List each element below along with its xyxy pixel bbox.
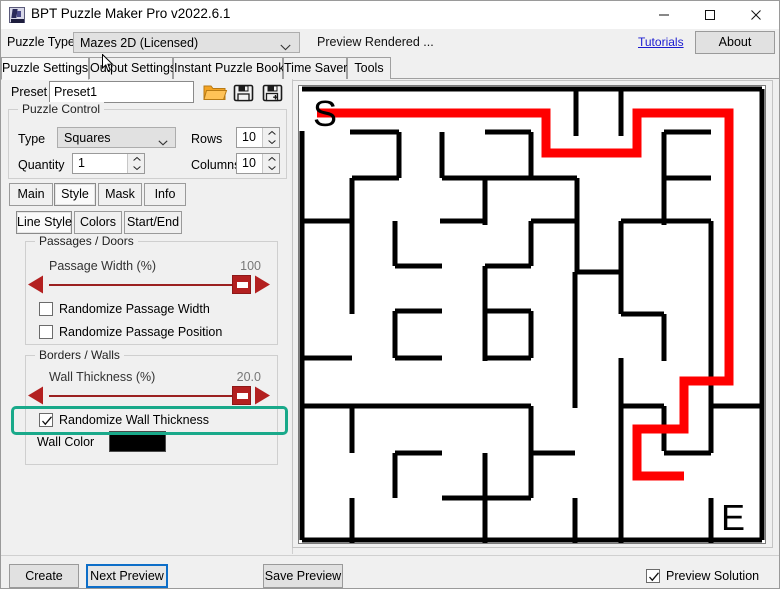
randomize-wall-thickness-highlight xyxy=(11,406,288,435)
rows-decrement-icon[interactable] xyxy=(263,138,280,148)
save-disk-icon[interactable] xyxy=(230,81,257,104)
puzzle-type-value: Mazes 2D (Licensed) xyxy=(80,36,199,50)
tab-info[interactable]: Info xyxy=(144,183,186,206)
tab-style[interactable]: Style xyxy=(54,183,96,206)
slider-track xyxy=(49,395,249,397)
wall-thickness-label: Wall Thickness (%) xyxy=(49,370,156,384)
columns-increment-icon[interactable] xyxy=(263,154,280,164)
close-icon[interactable] xyxy=(733,1,779,29)
quantity-spinner-buttons[interactable] xyxy=(127,154,144,173)
next-preview-button[interactable]: Next Preview xyxy=(86,564,168,588)
chevron-down-icon xyxy=(280,40,291,54)
quantity-stepper[interactable]: 1 xyxy=(72,153,145,174)
tutorials-link[interactable]: Tutorials xyxy=(638,35,684,49)
preview-panel: S E xyxy=(292,80,773,548)
tab-time-saver[interactable]: Time Saver xyxy=(283,57,347,79)
columns-label: Columns xyxy=(191,158,241,172)
type-value: Squares xyxy=(64,131,111,145)
slider-track xyxy=(49,284,249,286)
tab-main[interactable]: Main xyxy=(9,183,53,206)
wall-color-label: Wall Color xyxy=(37,435,95,449)
passage-width-label: Passage Width (%) xyxy=(49,259,156,273)
preset-input[interactable] xyxy=(49,81,194,103)
columns-decrement-icon[interactable] xyxy=(263,164,280,174)
open-folder-icon[interactable] xyxy=(201,81,228,104)
slider-thumb[interactable] xyxy=(232,386,251,405)
mouse-cursor-icon xyxy=(102,53,114,72)
wall-thickness-value: 20.0 xyxy=(236,370,261,384)
rows-stepper[interactable]: 10 xyxy=(236,127,280,148)
type-dropdown[interactable]: Squares xyxy=(57,127,176,148)
maze-preview-canvas[interactable]: S E xyxy=(298,85,766,544)
title-bar: BPT Puzzle Maker Pro v2022.6.1 xyxy=(1,1,779,29)
slider-right-arrow-icon[interactable] xyxy=(254,386,271,408)
maze-start-label: S xyxy=(313,93,337,134)
columns-spinner-buttons[interactable] xyxy=(262,154,279,173)
bottom-bar: Create Next Preview Save Preview Preview… xyxy=(1,556,779,588)
preview-solution-label: Preview Solution xyxy=(666,569,760,583)
create-button[interactable]: Create xyxy=(9,564,79,588)
preview-status-text: Preview Rendered ... xyxy=(317,35,434,49)
passage-width-value: 100 xyxy=(240,259,261,273)
puzzle-control-group-label: Puzzle Control xyxy=(18,102,105,116)
slider-thumb[interactable] xyxy=(232,275,251,294)
type-label: Type xyxy=(18,132,46,146)
columns-value: 10 xyxy=(242,156,256,170)
passages-group-label: Passages / Doors xyxy=(35,234,138,248)
rows-increment-icon[interactable] xyxy=(263,128,280,138)
quantity-increment-icon[interactable] xyxy=(128,154,145,164)
rows-spinner-buttons[interactable] xyxy=(262,128,279,147)
save-preview-button[interactable]: Save Preview xyxy=(263,564,343,588)
puzzle-type-dropdown[interactable]: Mazes 2D (Licensed) xyxy=(73,32,300,53)
slider-left-arrow-icon[interactable] xyxy=(27,275,44,297)
passage-width-slider[interactable] xyxy=(27,273,271,297)
main-tab-strip: Puzzle Settings Output Settings Instant … xyxy=(1,57,779,80)
rows-value: 10 xyxy=(242,130,256,144)
save-as-disk-icon[interactable] xyxy=(259,81,286,104)
rows-label: Rows xyxy=(191,132,223,146)
about-button[interactable]: About xyxy=(695,31,775,54)
application-window: BPT Puzzle Maker Pro v2022.6.1 Puzzle Ty… xyxy=(0,0,780,589)
chevron-down-icon xyxy=(158,135,168,149)
window-title: BPT Puzzle Maker Pro v2022.6.1 xyxy=(31,6,231,21)
randomize-passage-position-checkbox[interactable] xyxy=(39,325,53,339)
randomize-passage-width-label: Randomize Passage Width xyxy=(59,302,210,316)
wall-thickness-slider[interactable] xyxy=(27,384,271,408)
tab-puzzle-settings[interactable]: Puzzle Settings xyxy=(1,57,89,80)
tab-line-style[interactable]: Line Style xyxy=(16,211,72,234)
tab-tools[interactable]: Tools xyxy=(347,57,391,79)
slider-left-arrow-icon[interactable] xyxy=(27,386,44,408)
quantity-value: 1 xyxy=(78,156,85,170)
randomize-passage-width-checkbox[interactable] xyxy=(39,302,53,316)
tab-instant-puzzle-books[interactable]: Instant Puzzle Books xyxy=(173,57,291,79)
columns-stepper[interactable]: 10 xyxy=(236,153,280,174)
preview-solution-checkbox[interactable] xyxy=(646,569,660,583)
quantity-decrement-icon[interactable] xyxy=(128,164,145,174)
maze-graphic: S E xyxy=(299,86,765,543)
tab-colors[interactable]: Colors xyxy=(74,211,122,234)
borders-group-label: Borders / Walls xyxy=(35,348,124,362)
minimize-icon[interactable] xyxy=(641,1,687,29)
maze-end-label: E xyxy=(721,497,745,538)
tab-mask[interactable]: Mask xyxy=(98,183,142,206)
tab-start-end[interactable]: Start/End xyxy=(124,211,182,234)
maximize-icon[interactable] xyxy=(687,1,733,29)
puzzle-type-row: Puzzle Type Mazes 2D (Licensed) Preview … xyxy=(1,30,779,56)
bpt-app-icon xyxy=(9,7,25,23)
quantity-label: Quantity xyxy=(18,158,65,172)
randomize-passage-position-label: Randomize Passage Position xyxy=(59,325,223,339)
puzzle-type-label: Puzzle Type xyxy=(7,35,75,49)
preset-label: Preset xyxy=(11,85,48,99)
slider-right-arrow-icon[interactable] xyxy=(254,275,271,297)
